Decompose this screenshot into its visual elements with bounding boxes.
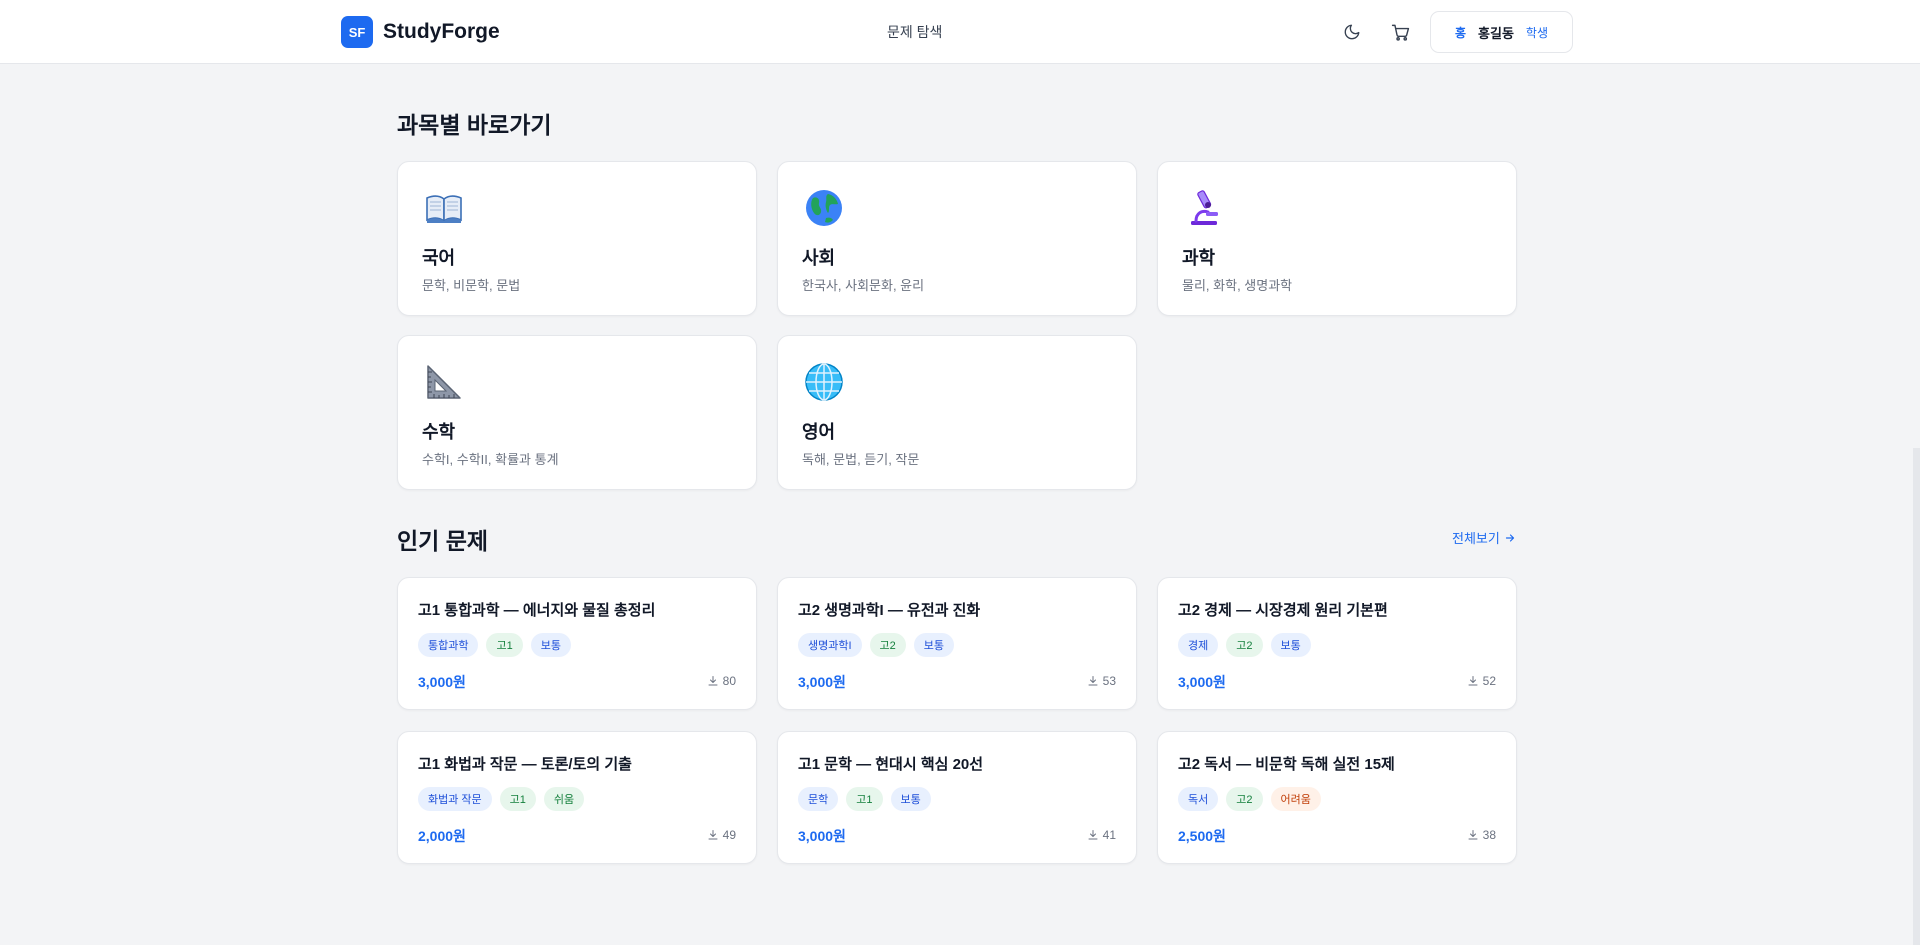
nav-browse-problems-link[interactable]: 문제 탐색 bbox=[887, 22, 942, 42]
subject-tag: 문학 bbox=[798, 787, 839, 811]
problem-card[interactable]: 고1 문학 — 현대시 핵심 20선 문학 고1 보통 3,000원 41 bbox=[777, 731, 1137, 864]
difficulty-tag: 보통 bbox=[890, 787, 931, 811]
download-icon bbox=[1088, 676, 1098, 686]
problem-card[interactable]: 고2 독서 — 비문학 독해 실전 15제 독서 고2 어려움 2,500원 3… bbox=[1157, 731, 1517, 864]
subject-tag: 화법과 작문 bbox=[418, 787, 492, 811]
download-count: 41 bbox=[1087, 828, 1116, 842]
subject-card-social[interactable]: 사회 한국사, 사회문화, 윤리 bbox=[777, 161, 1137, 316]
subject-card-math[interactable]: 수학 수학I, 수학II, 확률과 통계 bbox=[397, 335, 757, 490]
download-count-value: 53 bbox=[1102, 674, 1116, 688]
download-icon bbox=[1468, 830, 1478, 840]
subject-name: 사회 bbox=[802, 248, 836, 268]
brand-logo-link[interactable]: SF StudyForge bbox=[341, 16, 500, 48]
subject-desc: 독해, 문법, 듣기, 작문 bbox=[802, 452, 920, 467]
subject-name: 국어 bbox=[422, 248, 456, 268]
download-count-value: 49 bbox=[722, 828, 736, 842]
view-all-link[interactable]: 전체보기 bbox=[1452, 528, 1516, 547]
problem-title: 고1 화법과 작문 — 토론/토의 기출 bbox=[418, 756, 632, 773]
subject-card-korean[interactable]: 국어 문학, 비문학, 문법 bbox=[397, 161, 757, 316]
dark-mode-toggle-button[interactable] bbox=[1340, 20, 1364, 44]
difficulty-tag: 어려움 bbox=[1270, 787, 1321, 811]
price: 3,000원 bbox=[418, 674, 466, 690]
subject-name: 과학 bbox=[1182, 248, 1216, 268]
download-count-value: 52 bbox=[1482, 674, 1496, 688]
subject-card-english[interactable]: 영어 독해, 문법, 듣기, 작문 bbox=[777, 335, 1137, 490]
price: 2,000원 bbox=[418, 828, 466, 844]
problem-card[interactable]: 고2 경제 — 시장경제 원리 기본편 경제 고2 보통 3,000원 52 bbox=[1157, 577, 1517, 710]
difficulty-tag: 보통 bbox=[1270, 633, 1311, 657]
problem-title: 고2 생명과학I — 유전과 진화 bbox=[798, 602, 981, 619]
download-icon bbox=[708, 676, 718, 686]
price: 3,000원 bbox=[798, 674, 846, 690]
download-count-value: 80 bbox=[722, 674, 736, 688]
book-icon bbox=[424, 188, 464, 228]
download-icon bbox=[1088, 830, 1098, 840]
problem-title: 고1 통합과학 — 에너지와 물질 총정리 bbox=[418, 602, 656, 619]
globe-earth-icon bbox=[804, 188, 844, 228]
price: 3,000원 bbox=[798, 828, 846, 844]
subject-desc: 물리, 화학, 생명과학 bbox=[1182, 278, 1293, 293]
download-count-value: 41 bbox=[1102, 828, 1116, 842]
price: 2,500원 bbox=[1178, 828, 1226, 844]
grade-tag: 고1 bbox=[499, 787, 536, 811]
subject-tag: 통합과학 bbox=[418, 633, 479, 657]
view-all-label: 전체보기 bbox=[1452, 531, 1500, 546]
subject-tag: 독서 bbox=[1178, 787, 1219, 811]
brand-name: StudyForge bbox=[383, 20, 500, 43]
arrow-right-icon bbox=[1505, 533, 1514, 542]
grade-tag: 고2 bbox=[1226, 787, 1263, 811]
logo-mark: SF bbox=[341, 16, 373, 48]
download-count: 49 bbox=[707, 828, 736, 842]
subjects-section-title: 과목별 바로가기 bbox=[397, 112, 552, 138]
popular-section-title: 인기 문제 bbox=[397, 528, 489, 554]
top-nav-bar: SF StudyForge 문제 탐색 홍 홍길동 학생 bbox=[0, 0, 1920, 64]
subject-card-science[interactable]: 과학 물리, 화학, 생명과학 bbox=[1157, 161, 1517, 316]
difficulty-tag: 쉬움 bbox=[543, 787, 585, 811]
page-scrollbar[interactable] bbox=[1913, 448, 1920, 945]
subject-desc: 한국사, 사회문화, 윤리 bbox=[802, 278, 925, 293]
difficulty-tag: 보통 bbox=[530, 633, 571, 657]
moon-icon bbox=[1344, 24, 1360, 40]
problem-card[interactable]: 고2 생명과학I — 유전과 진화 생명과학I 고2 보통 3,000원 53 bbox=[777, 577, 1137, 710]
cart-icon bbox=[1391, 24, 1409, 41]
problem-card[interactable]: 고1 화법과 작문 — 토론/토의 기출 화법과 작문 고1 쉬움 2,000원… bbox=[397, 731, 757, 864]
download-icon bbox=[708, 830, 718, 840]
user-name: 홍길동 bbox=[1478, 25, 1514, 41]
cart-button[interactable] bbox=[1388, 20, 1412, 44]
subject-desc: 문학, 비문학, 문법 bbox=[422, 278, 521, 293]
download-count: 80 bbox=[707, 674, 736, 688]
grade-tag: 고2 bbox=[869, 633, 906, 657]
download-count-value: 38 bbox=[1482, 828, 1496, 842]
price: 3,000원 bbox=[1178, 674, 1226, 690]
problem-title: 고2 독서 — 비문학 독해 실전 15제 bbox=[1178, 756, 1395, 773]
problem-card[interactable]: 고1 통합과학 — 에너지와 물질 총정리 통합과학 고1 보통 3,000원 … bbox=[397, 577, 757, 710]
download-count: 53 bbox=[1087, 674, 1116, 688]
difficulty-tag: 보통 bbox=[913, 633, 955, 657]
grade-tag: 고2 bbox=[1226, 633, 1263, 657]
subject-desc: 수학I, 수학II, 확률과 통계 bbox=[422, 452, 559, 467]
subject-tag: 생명과학I bbox=[798, 633, 862, 657]
microscope-icon bbox=[1184, 188, 1224, 228]
download-count: 52 bbox=[1467, 674, 1496, 688]
user-avatar-initial: 홍 bbox=[1454, 25, 1467, 40]
download-icon bbox=[1468, 676, 1478, 686]
download-count: 38 bbox=[1467, 828, 1496, 842]
subject-tag: 경제 bbox=[1178, 633, 1219, 657]
problem-title: 고2 경제 — 시장경제 원리 기본편 bbox=[1178, 602, 1388, 619]
grade-tag: 고1 bbox=[846, 787, 883, 811]
user-profile-button[interactable]: 홍 홍길동 학생 bbox=[1430, 11, 1573, 53]
subject-name: 영어 bbox=[802, 422, 836, 442]
subject-name: 수학 bbox=[422, 422, 456, 442]
problem-title: 고1 문학 — 현대시 핵심 20선 bbox=[798, 756, 984, 773]
triangle-ruler-icon bbox=[424, 362, 464, 402]
globe-meridians-icon bbox=[804, 362, 844, 402]
user-role-badge: 학생 bbox=[1525, 25, 1549, 40]
grade-tag: 고1 bbox=[486, 633, 523, 657]
